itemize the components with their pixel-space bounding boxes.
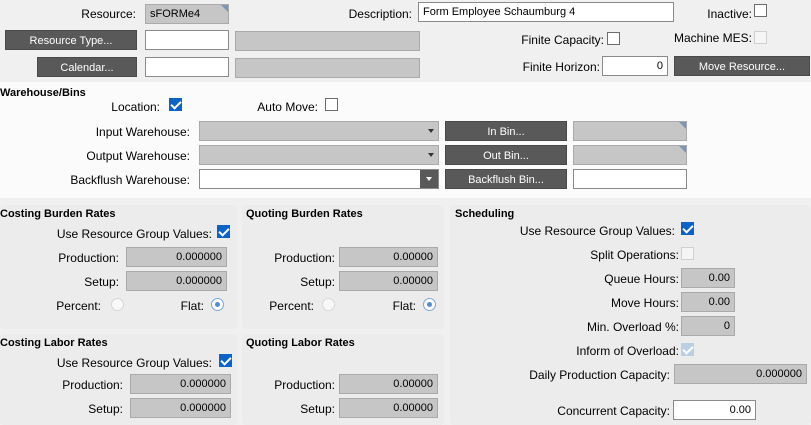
quoting-burden-percent-label: Percent: [269, 299, 314, 313]
in-bin-field [573, 121, 687, 141]
calendar-description [235, 58, 420, 78]
quoting-labor-setup-field: 0.00000 [339, 398, 438, 418]
backflush-warehouse-label: Backflush Warehouse: [70, 173, 190, 187]
costing-labor-title: Costing Labor Rates [0, 337, 108, 349]
dropdown-button[interactable] [420, 170, 438, 188]
out-bin-field [573, 145, 687, 165]
out-bin-button[interactable]: Out Bin... [445, 145, 567, 165]
chevron-down-icon [426, 177, 432, 181]
calendar-button[interactable]: Calendar... [37, 57, 137, 77]
finite-horizon-label: Finite Horizon: [522, 60, 600, 74]
quoting-burden-percent-radio[interactable] [322, 298, 335, 311]
move-resource-button[interactable]: Move Resource... [674, 56, 810, 76]
scheduling-title: Scheduling [455, 208, 515, 220]
finite-capacity-checkbox[interactable] [607, 32, 620, 45]
resource-type-description [235, 31, 420, 51]
quoting-burden-setup-field: 0.00000 [339, 271, 438, 291]
concurrent-capacity-label: Concurrent Capacity: [557, 404, 670, 418]
costing-burden-flat-label: Flat: [180, 299, 204, 313]
finite-horizon-field[interactable]: 0 [602, 56, 668, 76]
costing-labor-setup-label: Setup: [88, 402, 123, 416]
daily-capacity-field: 0.000000 [674, 364, 807, 384]
auto-move-checkbox[interactable] [325, 98, 338, 111]
split-operations-checkbox [681, 247, 694, 260]
quoting-burden-flat-label: Flat: [392, 299, 416, 313]
costing-burden-setup-label: Setup: [84, 275, 119, 289]
costing-burden-setup-field: 0.000000 [126, 271, 227, 291]
auto-move-label: Auto Move: [257, 100, 318, 114]
costing-burden-flat-radio[interactable] [211, 298, 224, 311]
output-warehouse-select[interactable] [199, 145, 439, 165]
min-overload-label: Min. Overload %: [586, 320, 679, 334]
inform-overload-checkbox [681, 343, 694, 356]
inactive-label: Inactive: [707, 7, 752, 21]
queue-hours-label: Queue Hours: [604, 272, 679, 286]
input-warehouse-label: Input Warehouse: [95, 125, 190, 139]
costing-burden-production-label: Production: [58, 251, 119, 265]
costing-labor-production-field: 0.000000 [130, 374, 231, 394]
costing-burden-use-group-checkbox[interactable] [217, 225, 230, 238]
output-warehouse-label: Output Warehouse: [86, 149, 190, 163]
concurrent-capacity-field[interactable]: 0.00 [673, 400, 756, 420]
machine-mes-label: Machine MES: [673, 31, 752, 45]
resource-field[interactable]: sFORMe4 [145, 4, 229, 24]
quoting-burden-flat-radio[interactable] [423, 298, 436, 311]
costing-labor-setup-field: 0.000000 [130, 398, 231, 418]
backflush-bin-button[interactable]: Backflush Bin... [445, 169, 567, 189]
costing-labor-use-group-checkbox[interactable] [219, 354, 232, 367]
move-hours-label: Move Hours: [610, 296, 679, 310]
scheduling-use-group-label: Use Resource Group Values: [519, 224, 675, 238]
min-overload-field: 0 [681, 316, 735, 336]
in-bin-button[interactable]: In Bin... [445, 121, 567, 141]
costing-labor-use-group-label: Use Resource Group Values: [56, 356, 212, 370]
quoting-labor-production-label: Production: [274, 378, 335, 392]
resource-type-button[interactable]: Resource Type... [5, 30, 137, 50]
chevron-down-icon [428, 153, 434, 157]
location-checkbox[interactable] [169, 98, 182, 111]
calendar-field[interactable] [145, 57, 229, 77]
quoting-labor-title: Quoting Labor Rates [246, 337, 355, 349]
quoting-burden-production-label: Production: [274, 251, 335, 265]
quoting-burden-title: Quoting Burden Rates [246, 208, 363, 220]
quoting-burden-production-field: 0.00000 [339, 247, 438, 267]
chevron-down-icon [428, 129, 434, 133]
costing-burden-title: Costing Burden Rates [0, 208, 116, 220]
scheduling-panel [450, 205, 811, 425]
quoting-burden-setup-label: Setup: [300, 275, 335, 289]
daily-capacity-label: Daily Production Capacity: [529, 368, 670, 382]
location-label: Location: [111, 100, 160, 114]
backflush-bin-field[interactable] [573, 169, 687, 189]
backflush-warehouse-select[interactable] [199, 169, 439, 189]
description-label: Description: [348, 7, 412, 21]
resource-label: Resource: [81, 7, 136, 21]
costing-burden-production-field: 0.000000 [126, 247, 227, 267]
costing-burden-percent-radio[interactable] [111, 298, 124, 311]
inform-overload-label: Inform of Overload: [576, 344, 679, 358]
input-warehouse-select[interactable] [199, 121, 439, 141]
inactive-checkbox[interactable] [754, 4, 767, 17]
resource-type-field[interactable] [145, 30, 229, 50]
split-operations-label: Split Operations: [590, 248, 679, 262]
description-field[interactable]: Form Employee Schaumburg 4 [418, 2, 674, 22]
quoting-labor-production-field: 0.00000 [339, 374, 438, 394]
costing-labor-production-label: Production: [62, 378, 123, 392]
move-hours-field: 0.00 [681, 292, 735, 312]
scheduling-use-group-checkbox[interactable] [681, 222, 694, 235]
finite-capacity-label: Finite Capacity: [521, 33, 604, 47]
machine-mes-checkbox [754, 31, 767, 44]
costing-burden-use-group-label: Use Resource Group Values: [56, 227, 212, 241]
queue-hours-field: 0.00 [681, 268, 735, 288]
warehouse-bins-title: Warehouse/Bins [0, 87, 86, 99]
quoting-labor-setup-label: Setup: [300, 402, 335, 416]
costing-burden-percent-label: Percent: [56, 299, 101, 313]
